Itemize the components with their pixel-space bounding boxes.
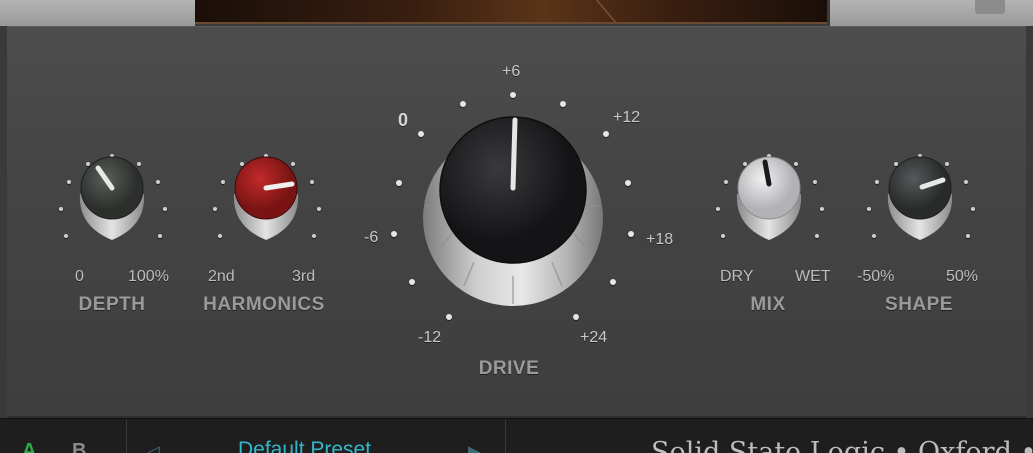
scale-dot: [158, 234, 162, 238]
scale-dot: [872, 234, 876, 238]
harmonics-min-label: 2nd: [208, 268, 235, 285]
scale-dot: [867, 207, 871, 211]
scale-dot: [156, 180, 160, 184]
mix-knob[interactable]: [729, 154, 809, 246]
drive-scale-p24: +24: [580, 329, 608, 346]
scale-dot: [875, 180, 879, 184]
scale-dot: [310, 180, 314, 184]
drive-scale-p18: +18: [646, 231, 674, 248]
scale-dot: [971, 207, 975, 211]
scale-dot: [67, 180, 71, 184]
scale-dot: [510, 92, 516, 98]
ab-b-button[interactable]: B: [72, 440, 86, 453]
scale-dot: [966, 234, 970, 238]
mix-title: MIX: [750, 294, 786, 315]
footer-divider: [505, 420, 506, 453]
brand-text: Solid State Logic • Oxford • En: [651, 437, 1033, 453]
mix-max-label: WET: [795, 268, 831, 285]
shape-title: SHAPE: [885, 294, 953, 315]
depth-title: DEPTH: [78, 294, 146, 315]
depth-max-label: 100%: [128, 268, 169, 285]
drive-scale-p6: +6: [502, 63, 521, 80]
drive-scale-m6: -6: [364, 229, 379, 246]
scale-dot: [625, 180, 631, 186]
scale-dot: [396, 180, 402, 186]
drive-title: DRIVE: [478, 358, 540, 379]
preset-name[interactable]: Default Preset: [238, 438, 371, 453]
scale-dot: [312, 234, 316, 238]
drive-scale-0: 0: [398, 110, 409, 130]
scale-dot: [573, 314, 579, 320]
scale-dot: [163, 207, 167, 211]
drive-scale-m12: -12: [418, 329, 442, 346]
scale-dot: [716, 207, 720, 211]
drive-scale-p12: +12: [613, 109, 641, 126]
scale-dot: [813, 180, 817, 184]
footer-divider: [126, 420, 127, 453]
ab-a-button[interactable]: A: [22, 440, 36, 453]
harmonics-knob[interactable]: [226, 154, 306, 246]
scale-dot: [218, 234, 222, 238]
scale-dot: [213, 207, 217, 211]
scale-dot: [964, 180, 968, 184]
top-left-bezel: [0, 0, 195, 26]
scale-dot: [724, 180, 728, 184]
harmonics-title: HARMONICS: [203, 294, 325, 315]
scale-dot: [460, 101, 466, 107]
shape-min-label: -50%: [857, 268, 895, 285]
depth-min-label: 0: [75, 268, 84, 285]
scale-dot: [59, 207, 63, 211]
harmonics-max-label: 3rd: [292, 268, 316, 285]
scale-dot: [317, 207, 321, 211]
scale-dot: [815, 234, 819, 238]
scale-dot: [820, 207, 824, 211]
scale-dot: [409, 279, 415, 285]
preset-next-button[interactable]: ▶: [468, 442, 482, 453]
scale-dot: [64, 234, 68, 238]
scale-dot: [446, 314, 452, 320]
scale-dot: [610, 279, 616, 285]
scale-dot: [721, 234, 725, 238]
preset-prev-button[interactable]: ◁: [146, 442, 160, 453]
panel-edge-left: [0, 26, 7, 418]
scale-dot: [560, 101, 566, 107]
top-right-notch: [975, 0, 1005, 14]
drive-knob[interactable]: [418, 110, 608, 310]
mix-min-label: DRY: [720, 268, 754, 285]
shape-max-label: 50%: [946, 268, 979, 285]
scale-dot: [628, 231, 634, 237]
scale-dot: [221, 180, 225, 184]
scale-dot: [391, 231, 397, 237]
depth-knob[interactable]: [72, 154, 152, 246]
panel-edge-right: [1026, 26, 1033, 418]
shape-knob[interactable]: [880, 154, 960, 246]
meter-display: [195, 0, 827, 24]
